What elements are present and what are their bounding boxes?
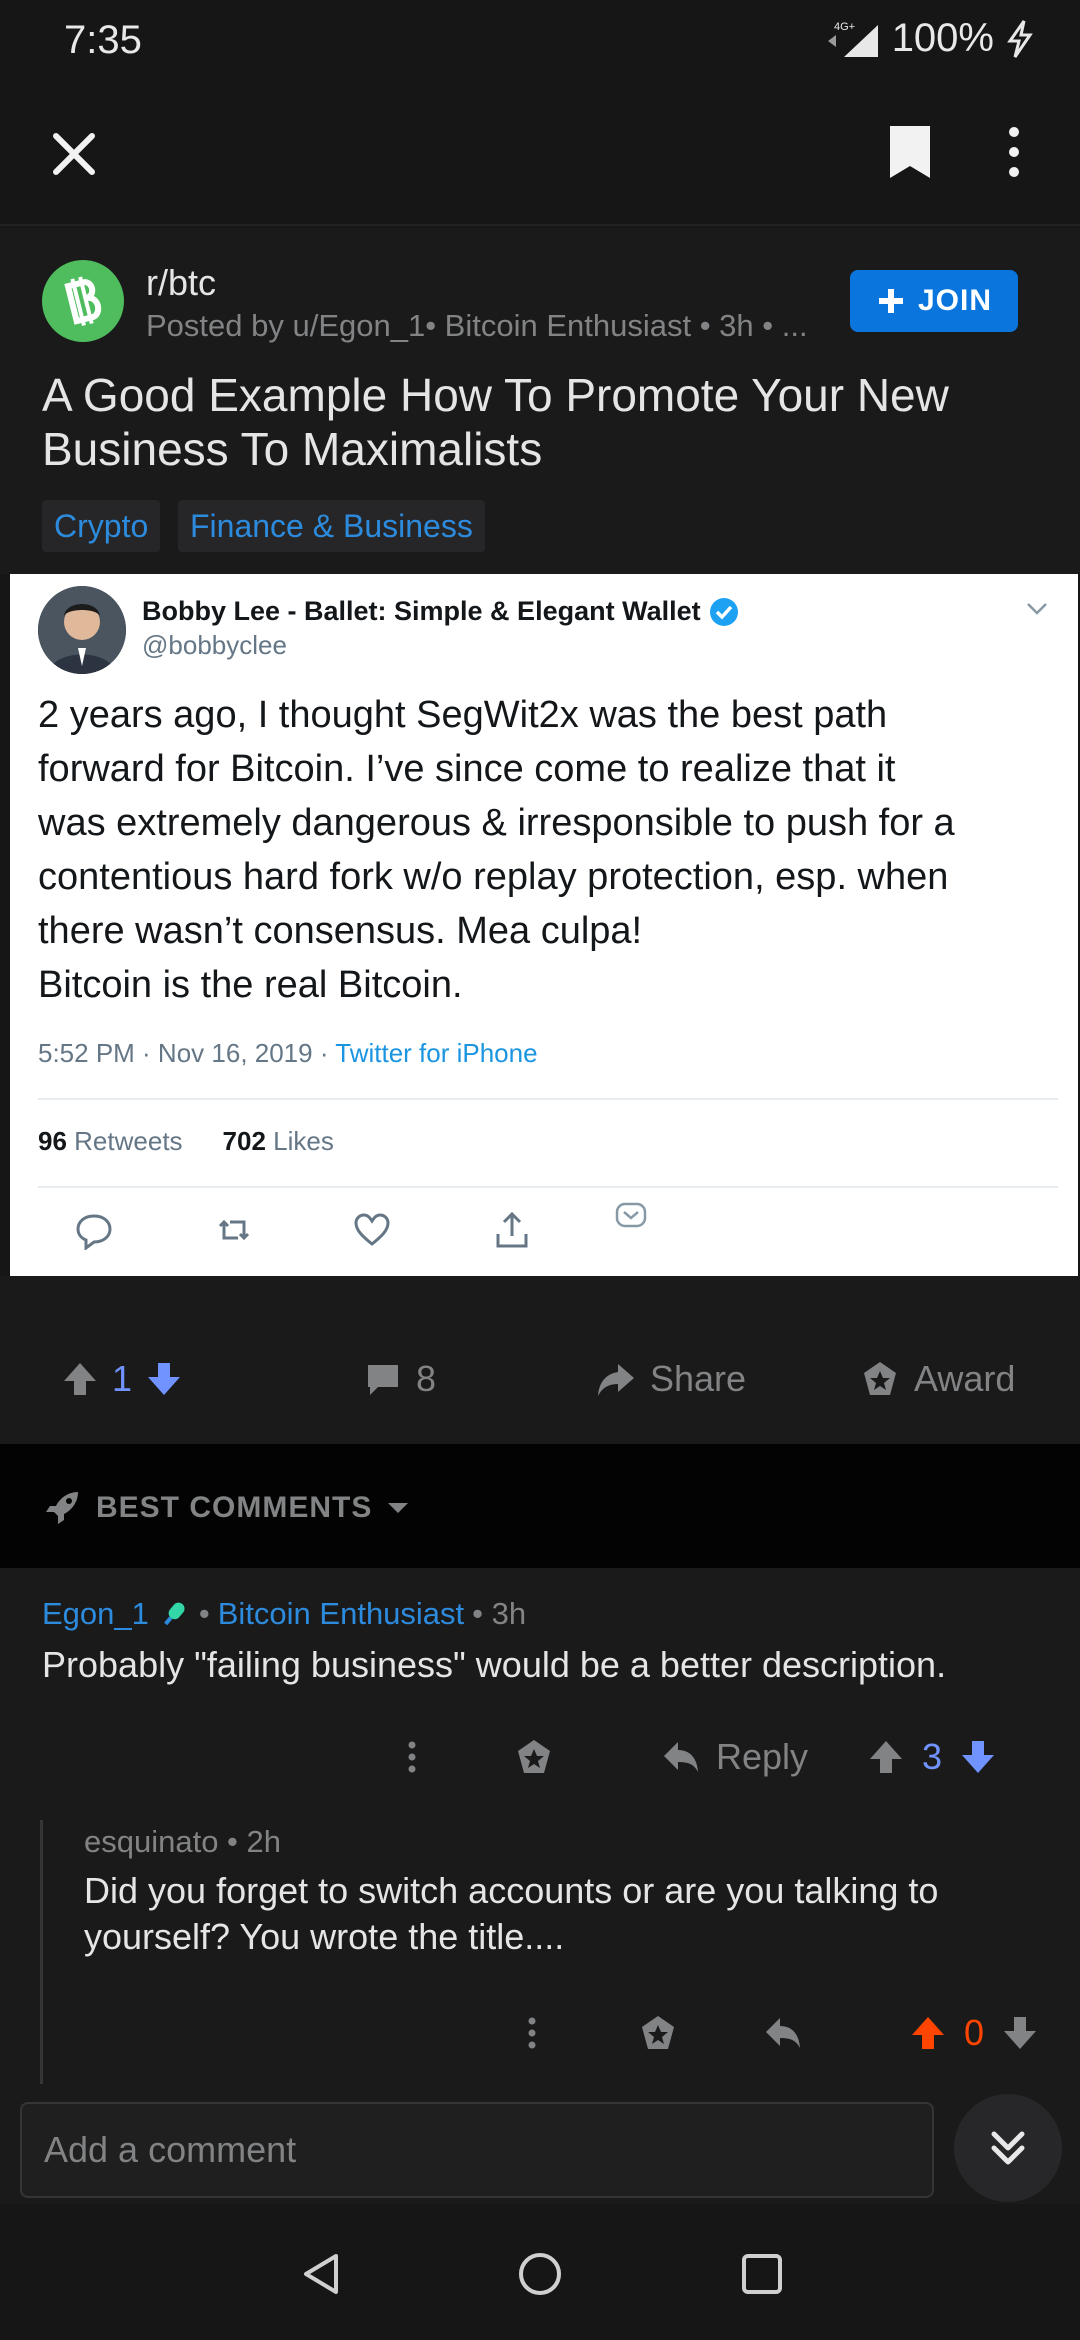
subreddit-name[interactable]: r/btc bbox=[146, 262, 216, 304]
upvote-icon[interactable] bbox=[910, 2013, 946, 2053]
retweets-label: Retweets bbox=[74, 1126, 183, 1156]
comment-icon bbox=[368, 1365, 398, 1395]
vote-count: 1 bbox=[112, 1358, 133, 1399]
join-label: JOIN bbox=[917, 284, 993, 317]
bookmark-icon[interactable] bbox=[884, 122, 936, 182]
tweet-author-name: Bobby Lee - Ballet: Simple & Elegant Wal… bbox=[142, 596, 701, 626]
comment-vote-count: 3 bbox=[922, 1736, 943, 1777]
posted-by: Posted by u/Egon_1• Bitcoin Enthusiast •… bbox=[146, 308, 808, 343]
tweet-reply-icon[interactable] bbox=[74, 1210, 114, 1250]
tweet-author: Bobby Lee - Ballet: Simple & Elegant Wal… bbox=[142, 596, 739, 627]
retweets-count: 96 bbox=[38, 1126, 67, 1156]
double-chevron-down-icon bbox=[991, 2131, 1025, 2165]
sort-label: BEST COMMENTS bbox=[96, 1491, 373, 1524]
battery-level: 100% bbox=[891, 16, 994, 60]
likes-stat[interactable]: 702 Likes bbox=[223, 1126, 334, 1157]
thread-line[interactable] bbox=[40, 1820, 43, 2084]
avatar bbox=[38, 586, 126, 674]
reply-body: Did you forget to switch accounts or are… bbox=[84, 1870, 939, 1957]
upvote-icon[interactable] bbox=[868, 1737, 904, 1777]
signal-icon: 4G+ bbox=[827, 21, 878, 57]
downvote-icon[interactable] bbox=[146, 1359, 182, 1399]
upvote-icon[interactable] bbox=[62, 1359, 98, 1399]
reply-meta: esquinato • 2h bbox=[84, 1824, 282, 1859]
svg-text:4G+: 4G+ bbox=[834, 21, 855, 33]
divider bbox=[38, 1186, 1058, 1188]
comment-body: Probably "failing business" would be a b… bbox=[42, 1644, 947, 1685]
reply-label: Reply bbox=[716, 1736, 809, 1777]
award-icon bbox=[864, 1362, 896, 1395]
recents-icon[interactable] bbox=[738, 2250, 786, 2298]
next-comment-button[interactable] bbox=[954, 2094, 1062, 2202]
tweet-embed[interactable]: Bobby Lee - Ballet: Simple & Elegant Wal… bbox=[10, 574, 1078, 1276]
back-icon[interactable] bbox=[298, 2250, 346, 2298]
caret-down-icon bbox=[388, 1503, 409, 1513]
award-icon[interactable] bbox=[638, 2013, 678, 2053]
close-icon[interactable] bbox=[46, 126, 102, 182]
rocket-icon bbox=[46, 1492, 78, 1524]
user-flair: Bitcoin Enthusiast bbox=[217, 1596, 465, 1631]
comments-count: 8 bbox=[416, 1358, 437, 1399]
comment-actions: Reply 3 bbox=[406, 1736, 996, 1778]
top-bar bbox=[0, 80, 1080, 226]
reply-icon bbox=[664, 1742, 698, 1772]
award-button[interactable]: Award bbox=[860, 1358, 1015, 1400]
join-button[interactable]: JOIN bbox=[850, 270, 1018, 332]
award-label: Award bbox=[914, 1358, 1016, 1399]
more-options-icon[interactable] bbox=[1006, 122, 1022, 182]
verified-icon bbox=[709, 597, 738, 626]
share-label: Share bbox=[650, 1358, 747, 1399]
tweet-like-icon[interactable] bbox=[352, 1210, 392, 1250]
tweet-source[interactable]: Twitter for iPhone bbox=[335, 1038, 537, 1068]
vote-group: 1 bbox=[62, 1358, 182, 1400]
comment-author[interactable]: Egon_1 bbox=[42, 1596, 149, 1632]
likes-label: Likes bbox=[273, 1126, 334, 1156]
reply-icon[interactable] bbox=[764, 2016, 802, 2050]
reply-actions: 0 bbox=[526, 2012, 1038, 2054]
retweets-stat[interactable]: 96 Retweets bbox=[38, 1126, 183, 1157]
comments-button[interactable]: 8 bbox=[364, 1358, 436, 1400]
flair-crypto[interactable]: Crypto bbox=[42, 500, 161, 552]
plus-icon bbox=[878, 289, 903, 313]
comment-age: • 3h bbox=[472, 1596, 527, 1631]
tweet-retweet-icon[interactable] bbox=[214, 1210, 254, 1250]
status-right: 4G+ 100% bbox=[824, 16, 1034, 61]
divider bbox=[38, 1098, 1058, 1100]
bitcoin-cash-icon bbox=[64, 276, 102, 326]
tweet-stats: 96 Retweets 702 Likes bbox=[38, 1126, 334, 1157]
sort-selector[interactable]: BEST COMMENTS bbox=[42, 1488, 410, 1528]
microphone-icon bbox=[164, 1602, 185, 1626]
comment-input[interactable]: Add a comment bbox=[20, 2102, 934, 2198]
more-options-icon[interactable] bbox=[406, 1740, 418, 1774]
charging-icon bbox=[1007, 19, 1033, 58]
downvote-icon[interactable] bbox=[960, 1737, 996, 1777]
tweet-meta: 5:52 PM · Nov 16, 2019 · Twitter for iPh… bbox=[38, 1038, 538, 1069]
reply-vote-count: 0 bbox=[964, 2012, 985, 2053]
tweet-handle: @bobbyclee bbox=[142, 630, 287, 660]
status-bar: 7:35 4G+ 100% bbox=[0, 0, 1080, 80]
share-icon bbox=[598, 1364, 634, 1396]
flair-finance-business[interactable]: Finance & Business bbox=[178, 500, 485, 552]
chevron-down-icon[interactable] bbox=[1026, 602, 1048, 616]
post-title: A Good Example How To Promote Your New B… bbox=[42, 369, 949, 475]
tweet-share-icon[interactable] bbox=[492, 1210, 532, 1250]
subreddit-icon[interactable] bbox=[42, 260, 124, 342]
tweet-text: 2 years ago, I thought SegWit2x was the … bbox=[38, 694, 955, 1006]
tweet-dm-icon[interactable] bbox=[614, 1198, 648, 1232]
reply-button[interactable]: Reply bbox=[662, 1736, 808, 1778]
comment-meta: Egon_1 • Bitcoin Enthusiast • 3h bbox=[42, 1596, 527, 1632]
status-time: 7:35 bbox=[64, 18, 142, 62]
award-icon[interactable] bbox=[514, 1737, 554, 1777]
share-button[interactable]: Share bbox=[594, 1358, 746, 1400]
likes-count: 702 bbox=[222, 1126, 266, 1156]
tweet-time: 5:52 PM · Nov 16, 2019 · bbox=[38, 1038, 336, 1068]
more-options-icon[interactable] bbox=[526, 2016, 538, 2050]
downvote-icon[interactable] bbox=[1002, 2013, 1038, 2053]
home-icon[interactable] bbox=[516, 2250, 564, 2298]
